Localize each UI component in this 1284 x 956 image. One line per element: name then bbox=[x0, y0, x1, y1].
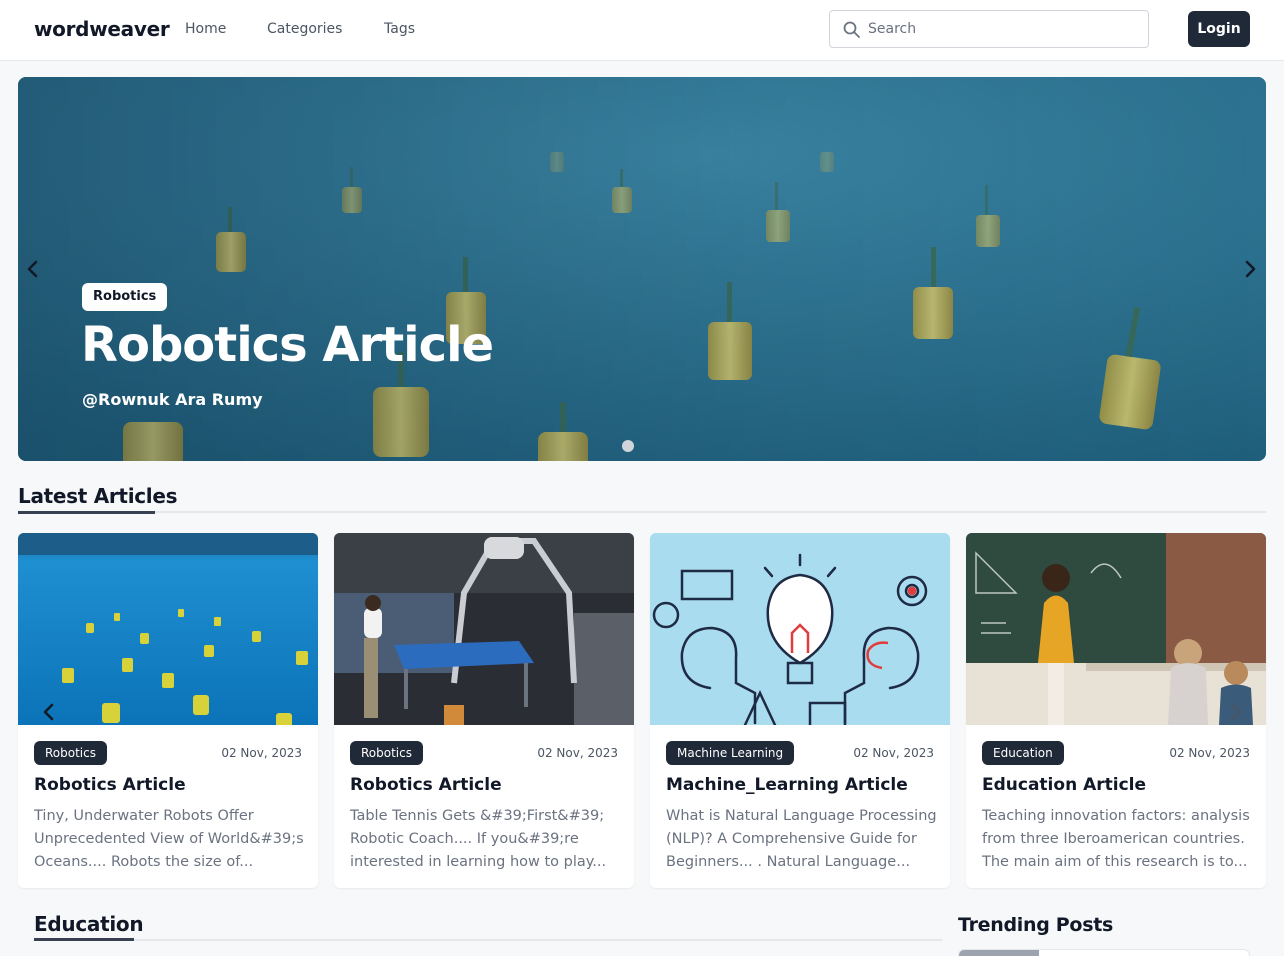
trending-post-image[interactable] bbox=[959, 950, 1039, 956]
article-card[interactable]: Machine Learning 02 Nov, 2023 Machine_Le… bbox=[650, 533, 950, 888]
article-category-badge[interactable]: Robotics bbox=[34, 741, 107, 765]
article-excerpt: Table Tennis Gets &#39;First&#39; Roboti… bbox=[350, 808, 607, 870]
trending-posts-heading: Trending Posts bbox=[958, 914, 1113, 936]
card-next-arrow-icon[interactable] bbox=[1224, 701, 1246, 723]
article-image[interactable] bbox=[18, 533, 318, 725]
hero-next-arrow-icon[interactable] bbox=[1238, 257, 1262, 281]
article-title[interactable]: Education Article bbox=[982, 775, 1146, 795]
education-heading: Education bbox=[34, 912, 144, 936]
article-category-badge[interactable]: Machine Learning bbox=[666, 741, 795, 765]
latest-articles-heading: Latest Articles bbox=[18, 484, 178, 508]
search-box bbox=[829, 10, 1149, 48]
article-image[interactable] bbox=[334, 533, 634, 725]
article-card[interactable]: Robotics 02 Nov, 2023 Robotics Article T… bbox=[18, 533, 318, 888]
article-title[interactable]: Machine_Learning Article bbox=[666, 775, 908, 795]
article-excerpt: Teaching innovation factors: analysis fr… bbox=[982, 808, 1250, 870]
section-divider-accent bbox=[34, 938, 134, 941]
article-image[interactable] bbox=[966, 533, 1266, 725]
article-excerpt: Tiny, Underwater Robots Offer Unpreceden… bbox=[34, 808, 304, 870]
navbar: wordweaver Home Categories Tags Login bbox=[0, 0, 1284, 61]
brand-logo[interactable]: wordweaver bbox=[34, 17, 170, 41]
hero-carousel: Robotics Robotics Article @Rownuk Ara Ru… bbox=[18, 77, 1266, 461]
article-date: 02 Nov, 2023 bbox=[221, 746, 302, 760]
login-button[interactable]: Login bbox=[1188, 11, 1250, 47]
article-card[interactable]: Education 02 Nov, 2023 Education Article… bbox=[966, 533, 1266, 888]
hero-category-badge[interactable]: Robotics bbox=[82, 283, 168, 311]
card-prev-arrow-icon[interactable] bbox=[38, 701, 60, 723]
article-date: 02 Nov, 2023 bbox=[853, 746, 934, 760]
section-divider bbox=[18, 511, 1266, 513]
nav-link-categories[interactable]: Categories bbox=[267, 21, 342, 37]
hero-prev-arrow-icon[interactable] bbox=[21, 257, 45, 281]
article-date: 02 Nov, 2023 bbox=[1169, 746, 1250, 760]
article-card[interactable]: Robotics 02 Nov, 2023 Robotics Article T… bbox=[334, 533, 634, 888]
article-excerpt: What is Natural Language Processing (NLP… bbox=[666, 808, 937, 870]
article-title[interactable]: Robotics Article bbox=[34, 775, 186, 795]
article-title[interactable]: Robotics Article bbox=[350, 775, 502, 795]
hero-title[interactable]: Robotics Article bbox=[81, 317, 494, 373]
search-icon bbox=[843, 21, 860, 38]
carousel-dot[interactable] bbox=[622, 440, 634, 452]
nav-link-home[interactable]: Home bbox=[185, 21, 226, 37]
article-image[interactable] bbox=[650, 533, 950, 725]
section-divider bbox=[34, 939, 942, 941]
hero-author[interactable]: @Rownuk Ara Rumy bbox=[82, 390, 263, 409]
nav-link-tags[interactable]: Tags bbox=[384, 21, 415, 37]
trending-post-card[interactable] bbox=[958, 949, 1250, 956]
article-category-badge[interactable]: Education bbox=[982, 741, 1064, 765]
section-divider-accent bbox=[18, 511, 155, 514]
article-date: 02 Nov, 2023 bbox=[537, 746, 618, 760]
search-input[interactable] bbox=[868, 17, 1138, 41]
article-category-badge[interactable]: Robotics bbox=[350, 741, 423, 765]
